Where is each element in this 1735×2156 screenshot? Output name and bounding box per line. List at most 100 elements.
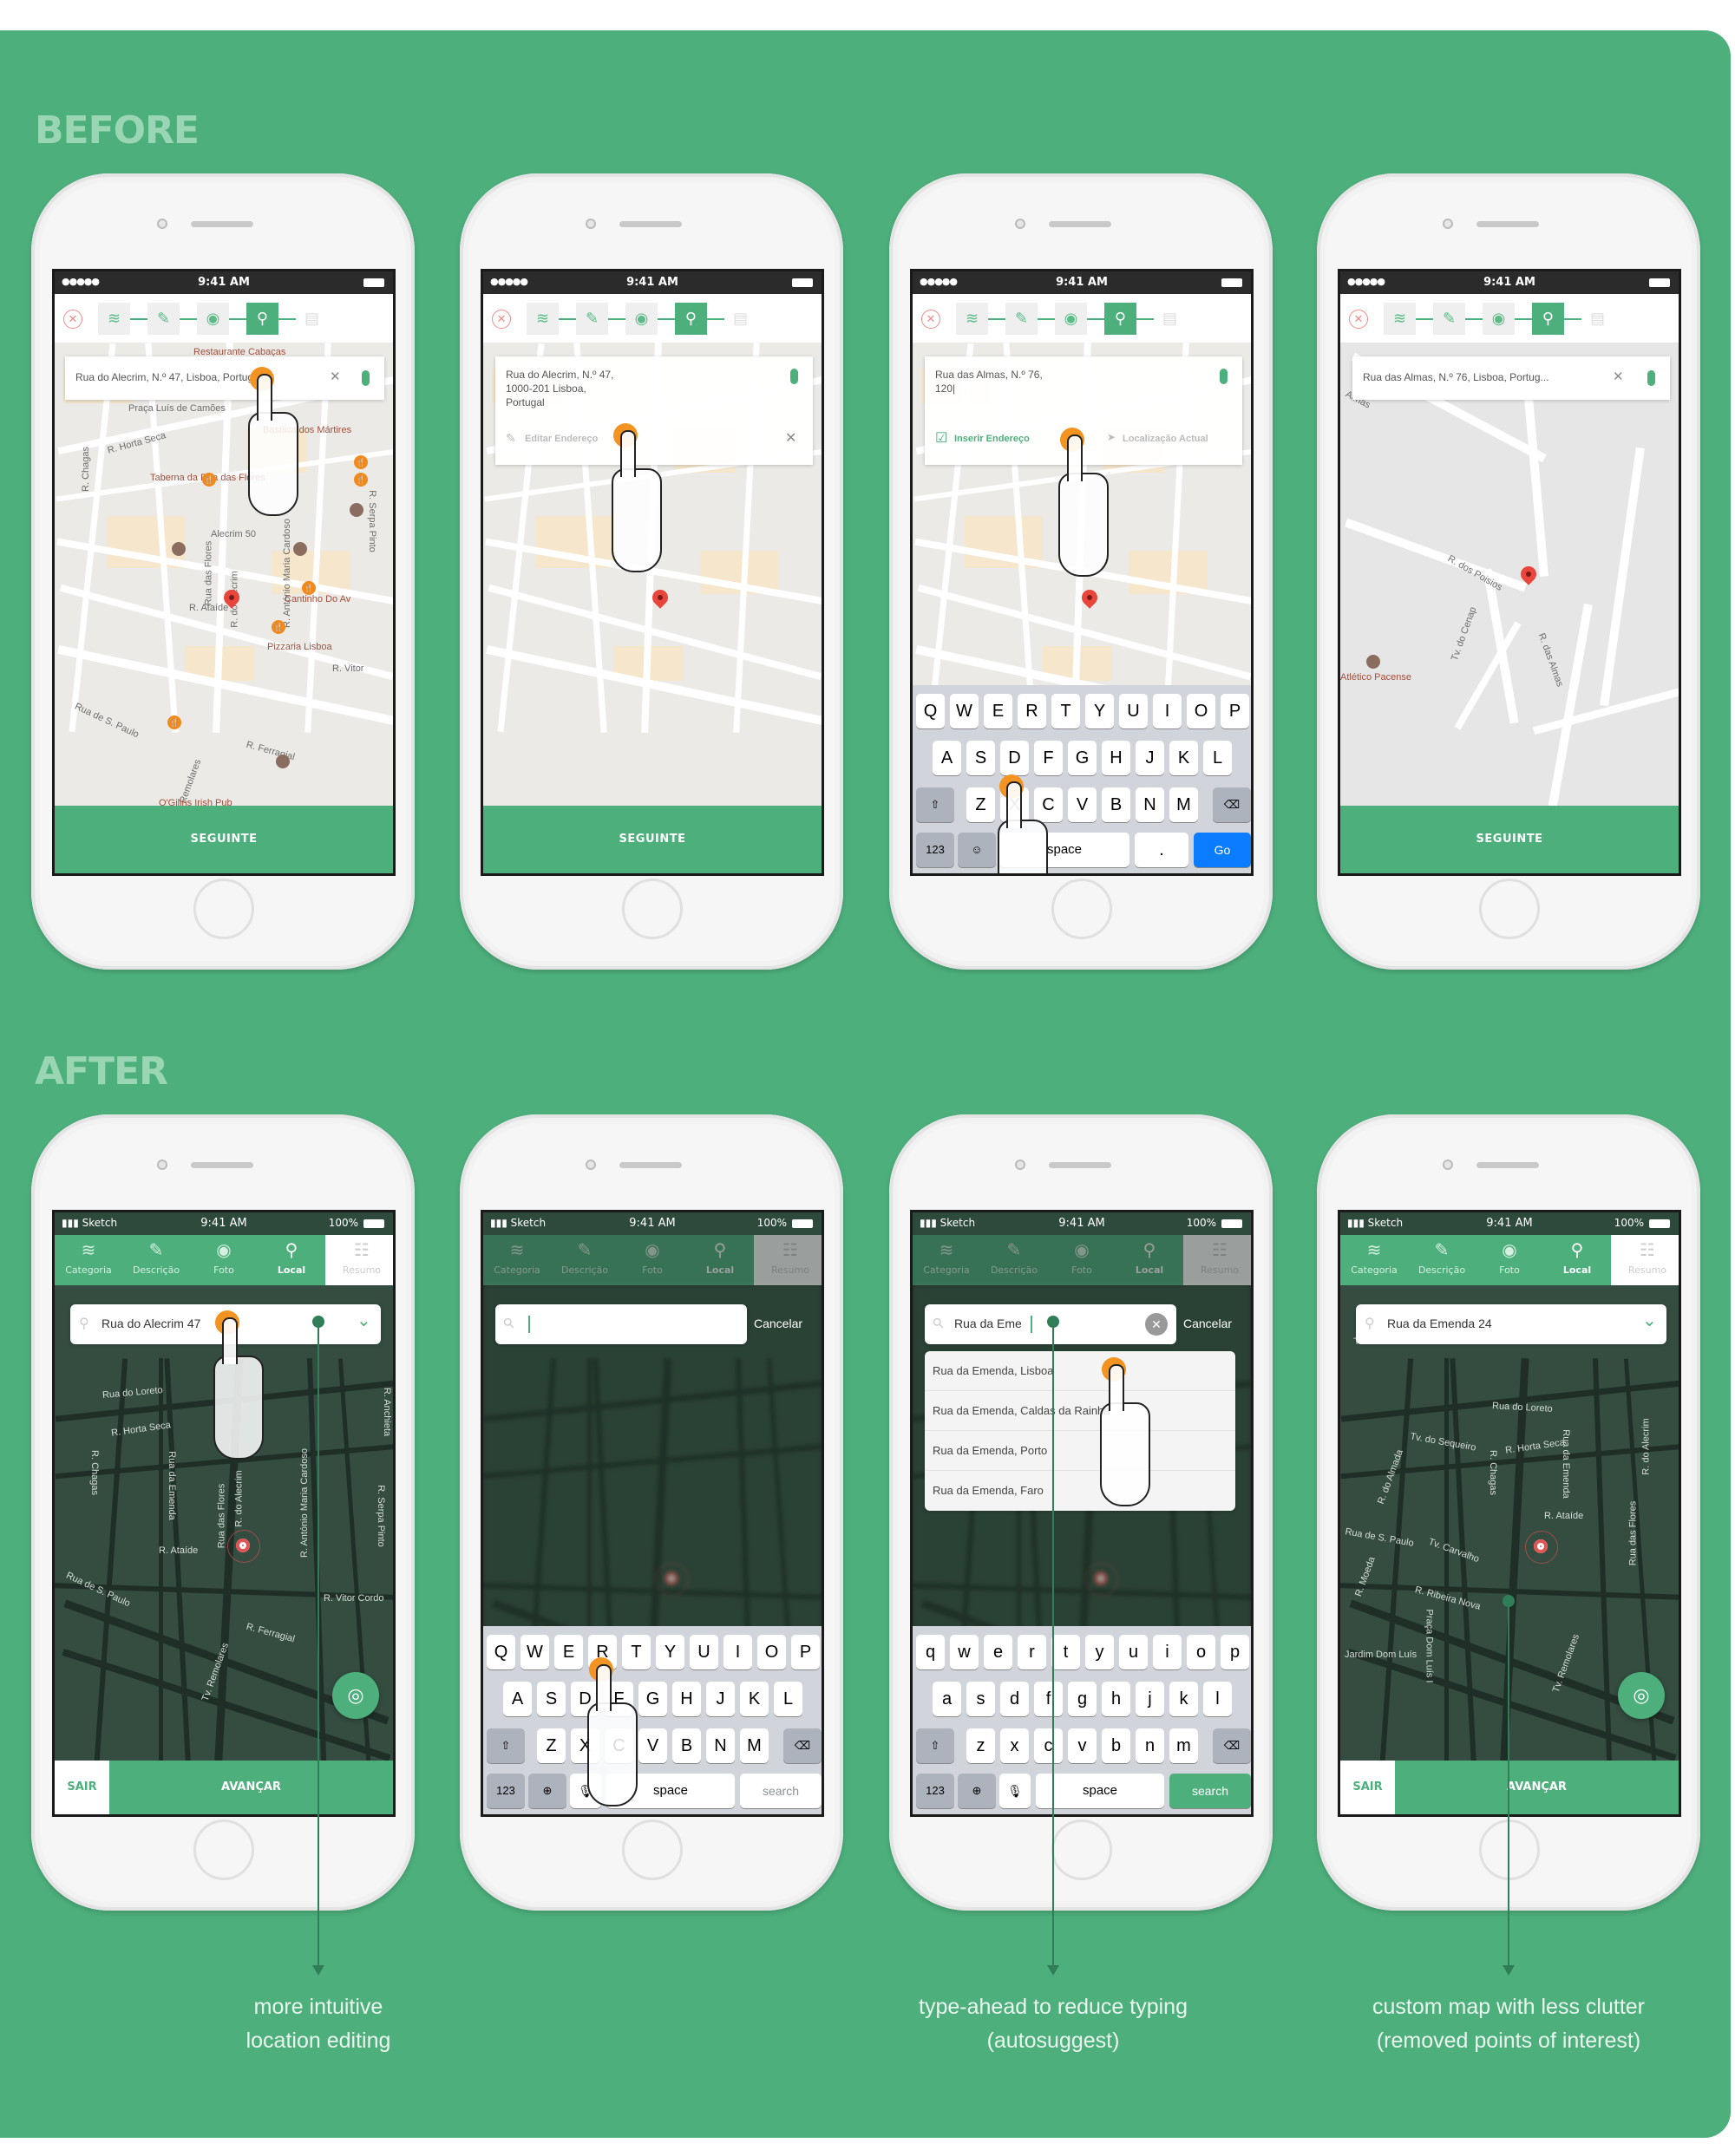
period-key[interactable]: . (1135, 833, 1188, 867)
next-button[interactable]: SEGUINTE (483, 806, 822, 873)
space-key[interactable]: space (1036, 1774, 1164, 1808)
numbers-key[interactable]: 123 (487, 1774, 525, 1808)
close-icon[interactable]: ✕ (785, 429, 796, 447)
tab-categoria[interactable]: ≋ Categoria (1340, 1235, 1408, 1285)
backspace-key[interactable]: ⌫ (783, 1728, 822, 1763)
tab-foto[interactable]: ◉ Foto (190, 1235, 258, 1285)
search-input[interactable]: Rua da Eme (954, 1316, 1022, 1330)
address-input-card[interactable]: Rua das Almas, N.º 76, 120| ☑ Inserir Ender… (925, 356, 1242, 465)
key-a[interactable]: a (933, 1682, 961, 1716)
cancel-button[interactable]: Cancelar (754, 1316, 802, 1330)
tab-local[interactable]: ⚲ Local (1543, 1235, 1611, 1285)
key-k[interactable]: K (1169, 741, 1198, 775)
layers-icon[interactable]: ≋ (98, 303, 130, 335)
key-u[interactable]: U (690, 1635, 718, 1669)
key-q[interactable]: Q (916, 694, 945, 728)
numbers-key[interactable]: 123 (916, 1774, 954, 1808)
key-e[interactable]: E (984, 694, 1012, 728)
emoji-key[interactable]: ☺ (958, 833, 996, 867)
tab-categoria[interactable]: ≋ Categoria (55, 1235, 122, 1285)
restaurant-icon[interactable]: 🍴 (354, 473, 368, 487)
shift-key[interactable]: ⇧ (487, 1728, 525, 1763)
place-icon[interactable] (293, 542, 307, 556)
suggestion-item[interactable]: Rua da Emenda, Lisboa (925, 1351, 1235, 1391)
tab-foto[interactable]: ◉ Foto (1476, 1235, 1543, 1285)
tab-descrição[interactable]: ✎ Descrição (1408, 1235, 1476, 1285)
key-i[interactable]: I (723, 1635, 752, 1669)
key-f[interactable]: f (1034, 1682, 1063, 1716)
tab-local[interactable]: ⚲ Local (1116, 1235, 1183, 1285)
key-i[interactable]: I (1153, 694, 1182, 728)
key-o[interactable]: O (1187, 694, 1215, 728)
location-pin[interactable] (1525, 1531, 1558, 1564)
key-e[interactable]: E (554, 1635, 583, 1669)
location-pin[interactable] (227, 1530, 260, 1563)
key-g[interactable]: G (1068, 741, 1097, 775)
camera-icon[interactable]: ◉ (197, 303, 229, 335)
current-location-button[interactable]: Localização Actual (1123, 434, 1208, 444)
key-s[interactable]: S (537, 1682, 566, 1716)
microphone-icon[interactable] (362, 370, 370, 386)
key-v[interactable]: V (1068, 787, 1097, 822)
key-z[interactable]: Z (537, 1728, 566, 1763)
home-button[interactable] (1479, 879, 1540, 939)
key-q[interactable]: Q (487, 1635, 515, 1669)
key-a[interactable]: A (933, 741, 961, 775)
home-button[interactable] (193, 879, 254, 939)
pencil-icon[interactable]: ✎ (576, 303, 608, 335)
home-button[interactable] (622, 1820, 683, 1880)
stadium-icon[interactable] (1366, 655, 1380, 669)
close-icon[interactable]: ✕ (921, 310, 940, 329)
location-pin-icon[interactable]: ⚲ (1532, 303, 1564, 335)
globe-key[interactable]: ⊕ (958, 1774, 996, 1808)
key-l[interactable]: L (774, 1682, 802, 1716)
key-p[interactable]: P (1221, 694, 1249, 728)
key-a[interactable]: A (503, 1682, 532, 1716)
key-j[interactable]: J (1136, 741, 1164, 775)
clear-icon[interactable]: ✕ (330, 369, 341, 384)
key-w[interactable]: w (950, 1635, 979, 1669)
key-b[interactable]: b (1102, 1728, 1130, 1763)
next-button[interactable]: SEGUINTE (55, 806, 393, 873)
key-k[interactable]: K (740, 1682, 769, 1716)
key-j[interactable]: J (706, 1682, 735, 1716)
key-y[interactable]: y (1085, 1635, 1114, 1669)
document-icon[interactable]: ▤ (1154, 303, 1186, 335)
camera-icon[interactable]: ◉ (1055, 303, 1087, 335)
restaurant-icon[interactable]: 🍴 (167, 715, 181, 729)
chevron-down-icon[interactable]: ⌄ (357, 1310, 371, 1331)
document-icon[interactable]: ▤ (724, 303, 756, 335)
key-w[interactable]: W (520, 1635, 549, 1669)
key-y[interactable]: Y (1085, 694, 1114, 728)
search-bar[interactable]: ⚲ (495, 1304, 747, 1344)
key-p[interactable]: p (1221, 1635, 1249, 1669)
restaurant-icon[interactable]: 🍴 (202, 473, 216, 487)
tab-local[interactable]: ⚲ Local (258, 1235, 325, 1285)
suggestion-item[interactable]: Rua da Emenda, Porto (925, 1431, 1235, 1471)
place-icon[interactable] (276, 755, 290, 768)
location-pin-icon[interactable]: ⚲ (675, 303, 707, 335)
clear-icon[interactable]: ✕ (1145, 1313, 1168, 1336)
key-p[interactable]: P (791, 1635, 820, 1669)
key-d[interactable]: D (1000, 741, 1029, 775)
layers-icon[interactable]: ≋ (956, 303, 988, 335)
tab-resumo[interactable]: ☷ Resumo (754, 1235, 822, 1285)
tab-resumo[interactable]: ☷ Resumo (1183, 1235, 1251, 1285)
numbers-key[interactable]: 123 (916, 833, 954, 867)
tab-categoria[interactable]: ≋ Categoria (483, 1235, 551, 1285)
suggestion-item[interactable]: Rua da Emenda, Faro (925, 1471, 1235, 1511)
tab-descrição[interactable]: ✎ Descrição (122, 1235, 190, 1285)
key-o[interactable]: O (757, 1635, 786, 1669)
restaurant-icon[interactable]: 🍴 (302, 581, 316, 595)
map-view[interactable]: Tv. dos Fiéis de DeusRua do LoretoTv. do… (1340, 1285, 1679, 1814)
next-button[interactable]: AVANÇAR (1395, 1761, 1679, 1814)
exit-button[interactable]: SAIR (55, 1761, 109, 1814)
key-i[interactable]: i (1153, 1635, 1182, 1669)
key-z[interactable]: z (966, 1728, 995, 1763)
next-button[interactable]: AVANÇAR (109, 1761, 393, 1814)
key-u[interactable]: u (1119, 1635, 1148, 1669)
address-dropdown[interactable]: ⚲ Rua da Emenda 24 ⌄ (1356, 1304, 1666, 1344)
key-s[interactable]: S (966, 741, 995, 775)
key-z[interactable]: Z (966, 787, 995, 822)
key-m[interactable]: M (740, 1728, 769, 1763)
